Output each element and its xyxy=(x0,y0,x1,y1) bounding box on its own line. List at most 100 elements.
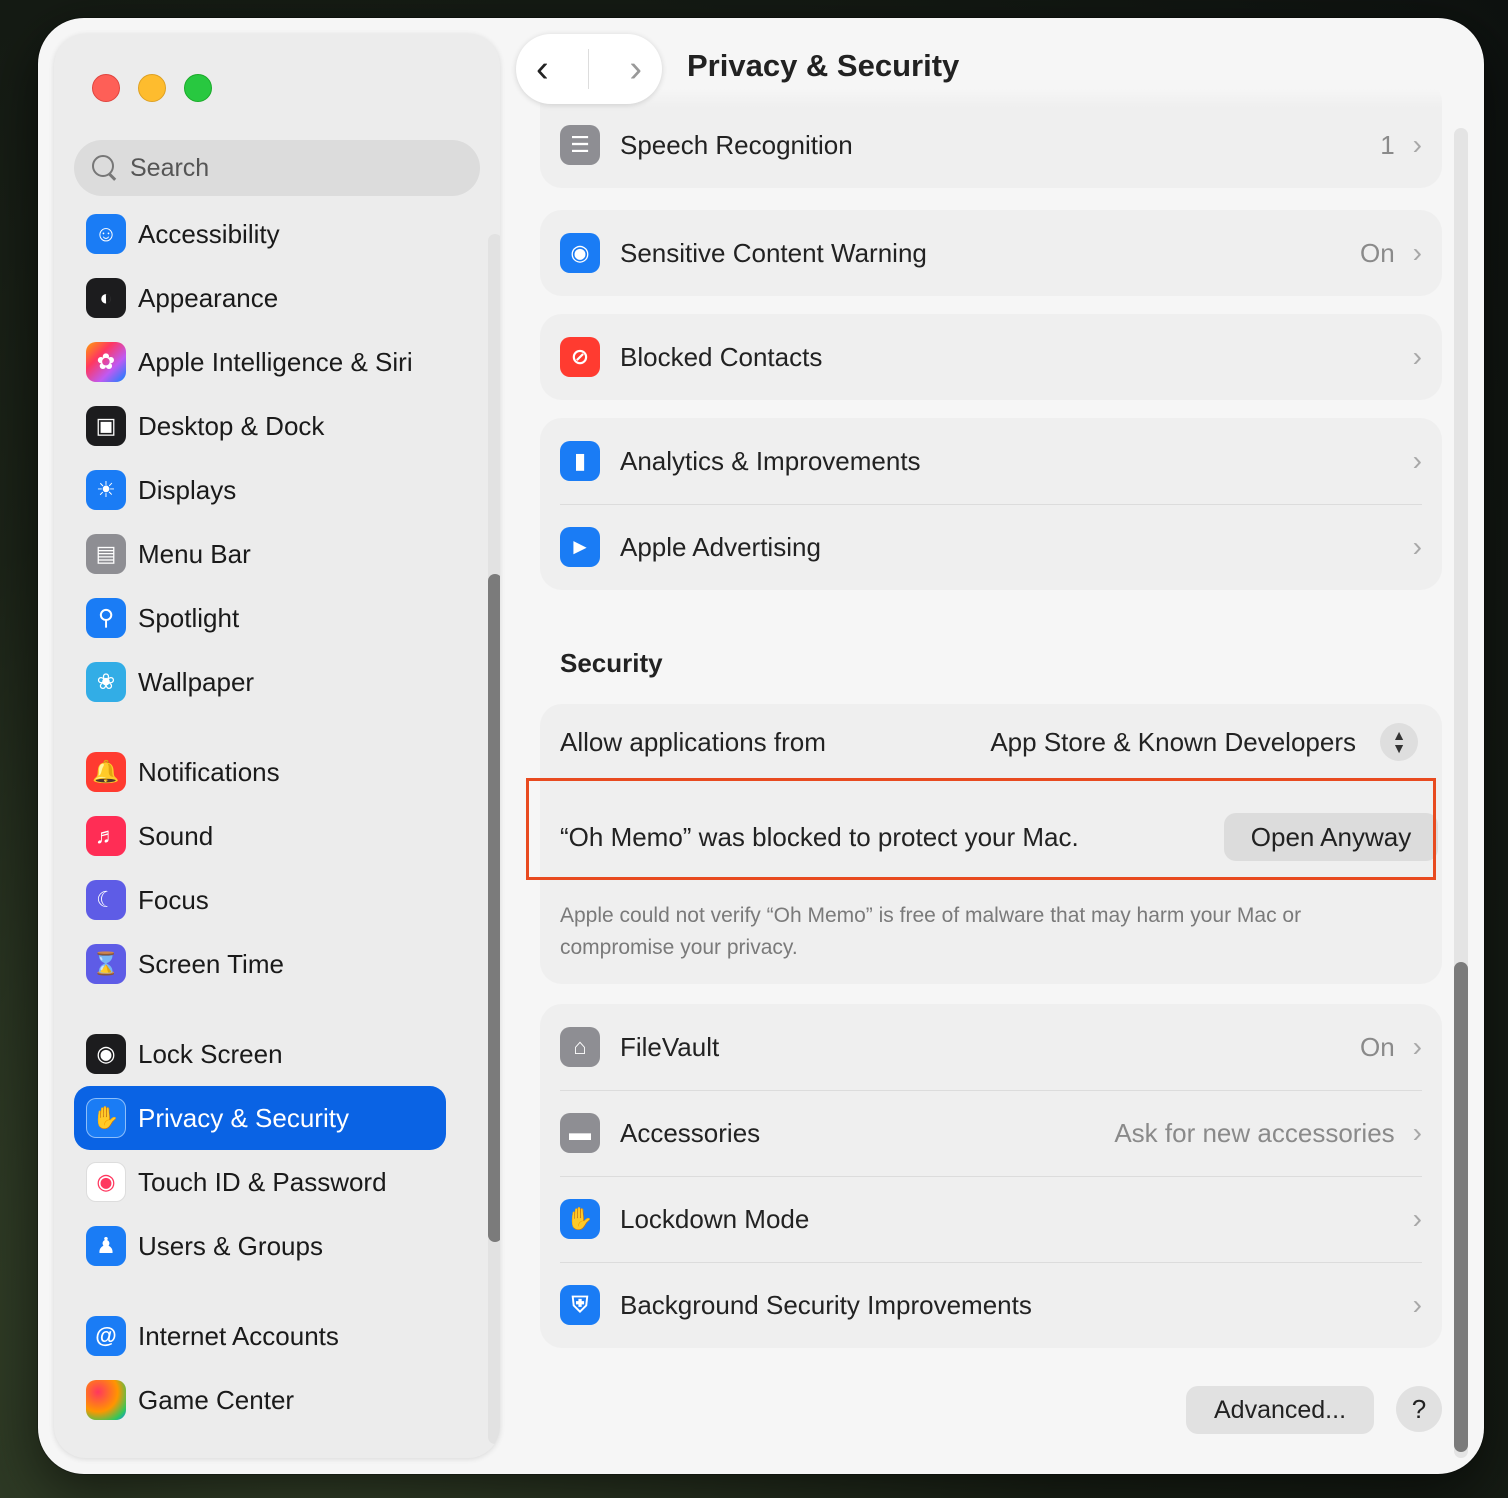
sidebar-item-label: Sound xyxy=(138,820,214,851)
row-label: Lockdown Mode xyxy=(620,1203,810,1234)
sidebar-item-label: Accessibility xyxy=(138,218,280,249)
accessories-row[interactable]: ▬ Accessories Ask for new accessories › xyxy=(540,1090,1442,1176)
row-label: Analytics & Improvements xyxy=(620,445,921,476)
header-fade xyxy=(540,58,1442,108)
row-label: Sensitive Content Warning xyxy=(620,237,927,268)
popup-stepper-icon[interactable]: ▲ ▼ xyxy=(1380,723,1418,761)
bar-chart-icon: ▮ xyxy=(560,441,600,481)
forward-chevron-icon[interactable]: › xyxy=(629,50,642,88)
allow-value[interactable]: App Store & Known Developers xyxy=(990,727,1356,758)
appearance-icon: ◐ xyxy=(86,278,126,318)
sidebar-item-desktop-dock[interactable]: ▣ Desktop & Dock xyxy=(74,394,446,458)
sidebar-item-label: Displays xyxy=(138,474,237,505)
sun-icon: ☀ xyxy=(86,470,126,510)
advanced-button[interactable]: Advanced... xyxy=(1186,1386,1374,1434)
chevron-right-icon: › xyxy=(1412,1031,1422,1062)
chevron-right-icon: › xyxy=(1412,129,1422,160)
security-note: Apple could not verify “Oh Memo” is free… xyxy=(560,904,1302,959)
window-controls xyxy=(92,74,212,102)
sidebar-item-lock-screen[interactable]: ◉ Lock Screen xyxy=(74,1022,446,1086)
sidebar-item-label: Menu Bar xyxy=(138,538,251,569)
hand-icon: ✋ xyxy=(560,1199,600,1239)
sidebar-item-game-center[interactable]: Game Center xyxy=(74,1368,446,1432)
chevron-right-icon: › xyxy=(1412,445,1422,476)
sensitive-card: ◉ Sensitive Content Warning On › xyxy=(540,210,1442,296)
chevron-right-icon: › xyxy=(1412,531,1422,562)
sidebar-item-label: Game Center xyxy=(138,1384,295,1415)
main-scrollbar[interactable] xyxy=(1454,962,1468,1452)
sidebar-item-label: Privacy & Security xyxy=(138,1102,349,1133)
sidebar-item-notifications[interactable]: 🔔 Notifications xyxy=(74,740,446,804)
help-button[interactable]: ? xyxy=(1396,1386,1442,1432)
sidebar-item-appearance[interactable]: ◐ Appearance xyxy=(74,266,446,330)
sidebar-item-wallpaper[interactable]: ❀ Wallpaper xyxy=(74,650,446,714)
blocked-contacts-row[interactable]: ⊘ Blocked Contacts › xyxy=(540,314,1442,400)
hand-icon: ✋ xyxy=(86,1098,126,1138)
bell-icon: 🔔 xyxy=(86,752,126,792)
chevron-right-icon: › xyxy=(1412,1289,1422,1320)
sidebar-item-apple-intelligence[interactable]: ✿ Apple Intelligence & Siri xyxy=(74,330,446,394)
magnifier-icon: ⚲ xyxy=(86,598,126,638)
navigation-buttons: ‹ › xyxy=(516,34,662,104)
chevron-right-icon: › xyxy=(1412,341,1422,372)
sidebar-item-users-groups[interactable]: ♟ Users & Groups xyxy=(74,1214,446,1278)
chevron-right-icon: › xyxy=(1412,1117,1422,1148)
minimize-button[interactable] xyxy=(138,74,166,102)
sidebar-item-spotlight[interactable]: ⚲ Spotlight xyxy=(74,586,446,650)
analytics-row[interactable]: ▮ Analytics & Improvements › xyxy=(540,418,1442,504)
accessibility-icon: ☺ xyxy=(86,214,126,254)
sidebar-item-internet-accounts[interactable]: @ Internet Accounts xyxy=(74,1304,446,1368)
main-pane: ‹ › Privacy & Security ☰ Speech Recognit… xyxy=(516,18,1484,1474)
apple-advertising-row[interactable]: ► Apple Advertising › xyxy=(540,504,1442,590)
blocked-app-row: “Oh Memo” was blocked to protect your Ma… xyxy=(540,808,1442,866)
filevault-row[interactable]: ⌂ FileVault On › xyxy=(540,1004,1442,1090)
sidebar-scrollbar[interactable] xyxy=(488,574,500,1242)
sidebar-item-label: Internet Accounts xyxy=(138,1320,339,1351)
row-label: FileVault xyxy=(620,1031,720,1062)
analytics-card: ▮ Analytics & Improvements › ► Apple Adv… xyxy=(540,418,1442,590)
chevron-right-icon: › xyxy=(1412,237,1422,268)
page-title: Privacy & Security xyxy=(687,48,960,83)
search-field[interactable] xyxy=(74,140,480,196)
background-security-row[interactable]: ⛨ Background Security Improvements › xyxy=(540,1262,1442,1348)
speech-recognition-row[interactable]: ☰ Speech Recognition 1 › xyxy=(540,102,1442,188)
flower-icon: ❀ xyxy=(86,662,126,702)
row-value: On xyxy=(1359,237,1395,268)
sidebar-item-label: Appearance xyxy=(138,282,279,313)
sidebar-item-label: Screen Time xyxy=(138,948,284,979)
waveform-icon: ☰ xyxy=(560,125,600,165)
sidebar-item-label: Desktop & Dock xyxy=(138,410,325,441)
row-value: On xyxy=(1359,1031,1395,1062)
close-button[interactable] xyxy=(92,74,120,102)
sensitive-content-row[interactable]: ◉ Sensitive Content Warning On › xyxy=(540,210,1442,296)
prohibited-icon: ⊘ xyxy=(560,337,600,377)
hourglass-icon: ⌛ xyxy=(86,944,126,984)
sidebar-item-focus[interactable]: ☾ Focus xyxy=(74,868,446,932)
search-icon xyxy=(90,153,120,183)
house-lock-icon: ⌂ xyxy=(560,1027,600,1067)
sidebar-item-label: Notifications xyxy=(138,756,280,787)
lockdown-mode-row[interactable]: ✋ Lockdown Mode › xyxy=(540,1176,1442,1262)
sidebar-item-displays[interactable]: ☀ Displays xyxy=(74,458,446,522)
chevron-right-icon: › xyxy=(1412,1203,1422,1234)
zoom-button[interactable] xyxy=(184,74,212,102)
allow-label: Allow applications from xyxy=(560,726,826,757)
row-label: Speech Recognition xyxy=(620,129,853,160)
sidebar-item-label: Touch ID & Password xyxy=(138,1166,387,1197)
sidebar-item-accessibility[interactable]: ☺ Accessibility xyxy=(74,202,446,266)
security-section-title: Security xyxy=(560,648,663,678)
sidebar-item-menu-bar[interactable]: ▤ Menu Bar xyxy=(74,522,446,586)
sidebar-item-touch-id[interactable]: ◉ Touch ID & Password xyxy=(74,1150,446,1214)
shield-icon: ⛨ xyxy=(560,1285,600,1325)
sidebar-item-privacy-security[interactable]: ✋ Privacy & Security xyxy=(74,1086,446,1150)
back-chevron-icon[interactable]: ‹ xyxy=(536,50,549,88)
siri-icon: ✿ xyxy=(86,342,126,382)
sidebar-item-sound[interactable]: ♬ Sound xyxy=(74,804,446,868)
open-anyway-button[interactable]: Open Anyway xyxy=(1224,813,1438,861)
sidebar-item-screen-time[interactable]: ⌛ Screen Time xyxy=(74,932,446,996)
row-label: Accessories xyxy=(620,1117,761,1148)
search-input[interactable] xyxy=(130,153,430,183)
fingerprint-icon: ◉ xyxy=(86,1162,126,1202)
row-label: Apple Advertising xyxy=(620,531,821,562)
sidebar-item-label: Apple Intelligence & Siri xyxy=(138,346,413,377)
